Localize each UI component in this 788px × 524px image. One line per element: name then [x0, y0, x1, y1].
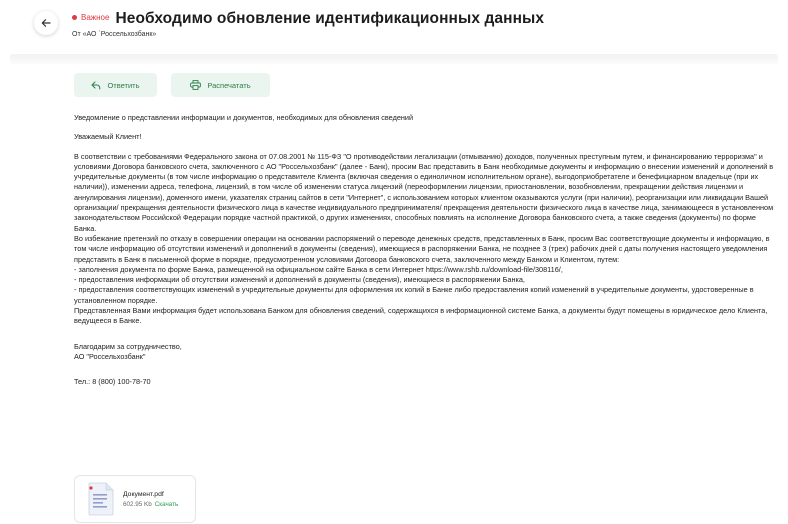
action-toolbar: Ответить Распечатать	[74, 73, 270, 97]
important-badge: Важное	[72, 13, 109, 22]
download-link[interactable]: Скачать	[155, 501, 179, 508]
message-header: Важное Необходимо обновление идентификац…	[72, 10, 778, 38]
header-divider	[10, 54, 778, 64]
list-item: - предоставления соответствующих изменен…	[74, 285, 754, 305]
closing-signature: АО "Россельхозбанк"	[74, 351, 146, 361]
list-item: - заполнения документа по форме Банка, р…	[74, 264, 563, 274]
sender-line: От «АО `Россельхозбанк»	[72, 31, 157, 38]
arrow-left-icon	[41, 19, 51, 27]
message-body: Уведомление о представлении информации и…	[74, 113, 774, 388]
reply-icon	[91, 81, 101, 89]
important-dot-icon	[72, 15, 77, 20]
closing-thanks: Благодарим за сотрудничество,	[74, 341, 182, 351]
page-title: Необходимо обновление идентификационных …	[115, 10, 545, 27]
reply-button[interactable]: Ответить	[74, 73, 157, 97]
attachment-name: Документ.pdf	[123, 491, 164, 498]
phone-line: Тел.: 8 (800) 100-78-70	[74, 377, 151, 387]
attachment-card[interactable]: Документ.pdf 602.95 Kb Скачать	[74, 475, 196, 523]
list-item: - предоставления информации об отсутстви…	[74, 275, 525, 285]
print-button[interactable]: Распечатать	[171, 73, 270, 97]
print-label: Распечатать	[207, 80, 251, 90]
important-label: Важное	[81, 13, 110, 22]
reply-label: Ответить	[107, 80, 140, 90]
message-greeting: Уважаемый Клиент!	[74, 132, 142, 142]
paragraph-request: Во избежание претензий по отказу в совер…	[74, 233, 770, 264]
message-subject: Уведомление о представлении информации и…	[74, 113, 414, 122]
paragraph-usage: Представленная Вами информация будет исп…	[74, 306, 768, 326]
pdf-document-icon	[88, 482, 114, 516]
back-button[interactable]	[34, 11, 58, 35]
printer-icon	[190, 80, 202, 90]
attachment-size: 602.95 Kb	[123, 501, 152, 508]
paragraph-main: В соответствии с требованиями Федерально…	[74, 151, 774, 233]
